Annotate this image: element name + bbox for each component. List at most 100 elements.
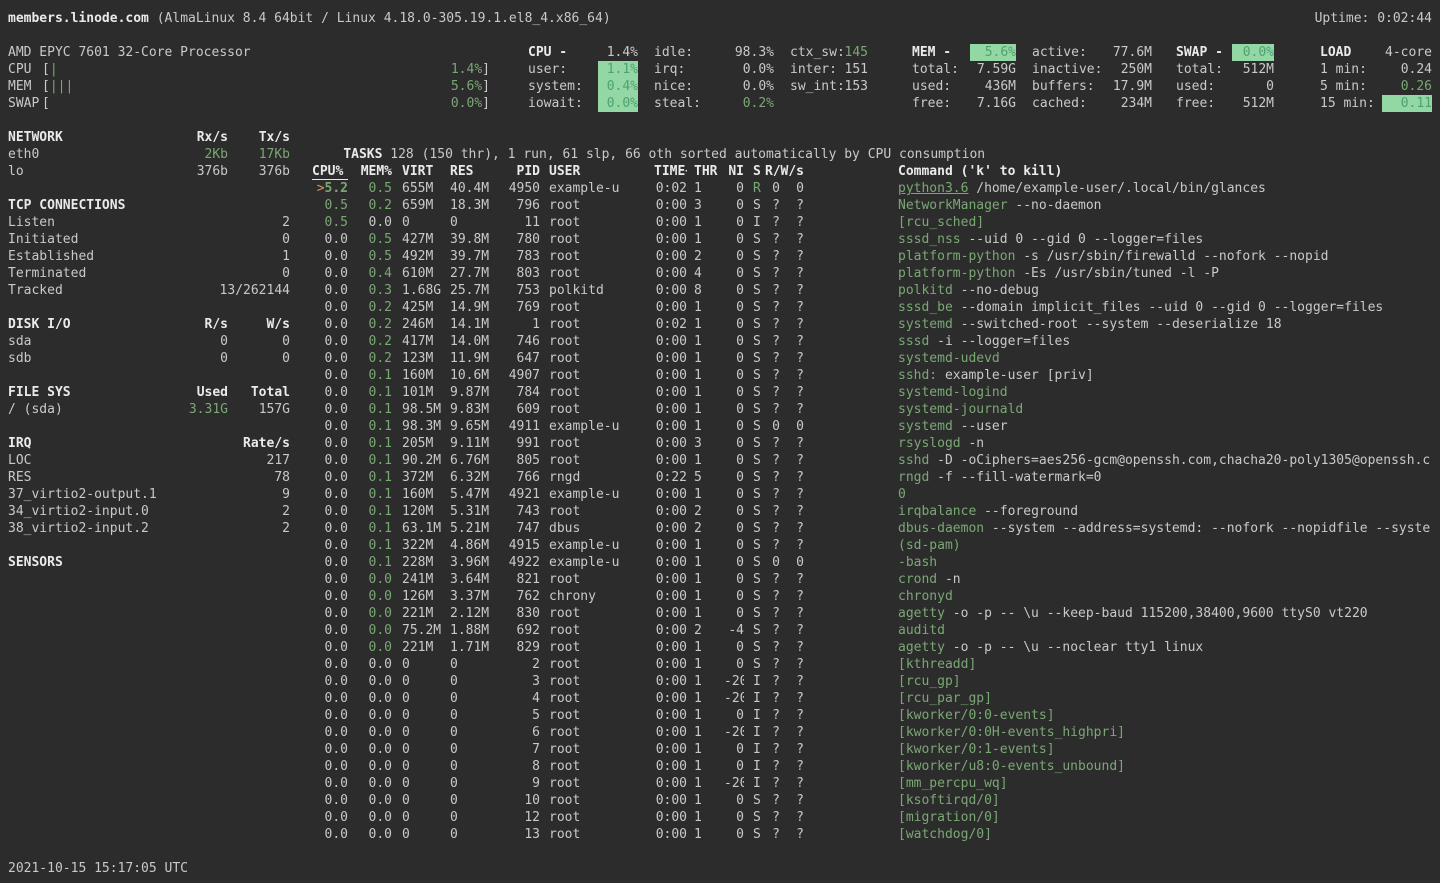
stat-value: 0.0% (712, 61, 774, 78)
mem-block-row: used:436Mbuffers:17.9M (912, 78, 1152, 95)
stat-value: 1.4% (598, 44, 638, 61)
row-label: Tracked (8, 282, 168, 299)
cell-mem: 0.0 (348, 758, 392, 775)
cell-cpu: 0.0 (312, 741, 348, 758)
cell-cpu: 0.0 (312, 690, 348, 707)
cell-time: 0:00 (654, 758, 687, 775)
cell-command: systemd-udevd (898, 350, 1440, 367)
row-value: 1 (168, 248, 290, 265)
stat-label: 1 min: (1320, 61, 1382, 78)
stat-label: irq: (654, 61, 712, 78)
cell-state: S (753, 452, 765, 469)
cell-write-rate: ? (780, 537, 804, 554)
process-row: 0.00.0006root0:001-20I??[kworker/0:0H-ev… (312, 724, 1440, 741)
gauge-percent: 0.0% (437, 95, 482, 112)
cell-pid: 803 (498, 265, 540, 282)
cell-state: S (753, 435, 765, 452)
cell-ni: 0 (724, 656, 744, 673)
cell-res: 6.32M (450, 469, 498, 486)
cell-virt: 655M (402, 180, 450, 197)
cell-mem: 0.0 (348, 809, 392, 826)
cell-time: 0:02 (654, 180, 687, 197)
cell-state: S (753, 418, 765, 435)
gauge-bracket-close: ] (482, 61, 490, 78)
process-row: 0.00.00010root0:0010S??[ksoftirqd/0] (312, 792, 1440, 809)
command-name: rngd (898, 470, 929, 485)
cell-read-rate: ? (765, 316, 780, 333)
cell-cpu: 0.0 (312, 469, 348, 486)
cell-time: 0:22 (654, 469, 687, 486)
cell-read-rate: ? (765, 656, 780, 673)
cell-cpu: 0.0 (312, 792, 348, 809)
sidebar-row-res: RES78 (8, 469, 290, 486)
cell-pid: 647 (498, 350, 540, 367)
cell-user: root (549, 401, 654, 418)
cell-ni: -20 (724, 673, 744, 690)
cell-command: [kworker/u8:0-events_unbound] (898, 758, 1440, 775)
cell-read-rate: ? (765, 673, 780, 690)
stat-value: 7.16G (970, 95, 1016, 112)
row-value: 376b (228, 163, 290, 180)
cell-res: 3.96M (450, 554, 498, 571)
cell-command: [kworker/0:0-events] (898, 707, 1440, 724)
cell-virt: 372M (402, 469, 450, 486)
process-row: 0.00.0007root0:0010I??[kworker/0:1-event… (312, 741, 1440, 758)
cell-ni: 0 (724, 469, 744, 486)
cell-write-rate: ? (780, 469, 804, 486)
gauge-label: MEM (8, 78, 42, 95)
gauge-bar (50, 95, 437, 112)
process-row: 0.00.1160M10.6M4907root0:0010S??sshd: ex… (312, 367, 1440, 384)
stat-label: CPU - (528, 44, 598, 61)
header-cpu: CPU% (312, 163, 348, 180)
cell-cpu: 0.0 (312, 639, 348, 656)
cell-write-rate: ? (780, 673, 804, 690)
cell-state: I (753, 690, 765, 707)
cell-state: S (753, 639, 765, 656)
cell-res: 0 (450, 792, 498, 809)
cell-mem: 0.0 (348, 571, 392, 588)
command-args: example-user [priv] (937, 368, 1094, 383)
command-name: platform-python (898, 266, 1015, 281)
cell-user: root (549, 656, 654, 673)
cell-res: 25.7M (450, 282, 498, 299)
cell-read-rate: ? (765, 537, 780, 554)
command-name: [rcu_gp] (898, 674, 961, 689)
cell-write-rate: ? (780, 214, 804, 231)
cell-virt: 126M (402, 588, 450, 605)
process-row: 0.00.198.3M9.65M4911example-u0:0010S00sy… (312, 418, 1440, 435)
cell-ni: 0 (724, 571, 744, 588)
header-ni: NI (724, 163, 744, 180)
cell-ni: 0 (724, 384, 744, 401)
cell-command: [rcu_par_gp] (898, 690, 1440, 707)
cell-ni: 0 (724, 333, 744, 350)
process-row: 0.00.00012root0:0010S??[migration/0] (312, 809, 1440, 826)
cell-write-rate: ? (780, 384, 804, 401)
cell-time: 0:00 (654, 367, 687, 384)
sidebar-row-lo: lo376b376b (8, 163, 290, 180)
cell-cpu: 0.0 (312, 809, 348, 826)
cell-ni: -4 (724, 622, 744, 639)
cell-thr: 1 (694, 333, 724, 350)
cell-user: root (549, 452, 654, 469)
cell-command: (sd-pam) (898, 537, 1440, 554)
row-label: 34_virtio2-input.0 (8, 503, 168, 520)
cell-write-rate: ? (780, 605, 804, 622)
sidebar-row-34-virtio2-input-0: 34_virtio2-input.02 (8, 503, 290, 520)
cell-command: auditd (898, 622, 1440, 639)
cell-user: root (549, 571, 654, 588)
cell-ni: 0 (724, 588, 744, 605)
cell-pid: 821 (498, 571, 540, 588)
cell-read-rate: ? (765, 792, 780, 809)
col-header: Used (168, 384, 228, 401)
row-label: Initiated (8, 231, 168, 248)
cell-thr: 8 (694, 282, 724, 299)
glances-terminal[interactable]: members.linode.com (AlmaLinux 8.4 64bit … (0, 0, 1440, 883)
cell-pid: 692 (498, 622, 540, 639)
timestamp: 2021-10-15 15:17:05 UTC (8, 860, 188, 877)
cell-write-rate: ? (780, 639, 804, 656)
cell-thr: 2 (694, 503, 724, 520)
cell-time: 0:00 (654, 231, 687, 248)
cell-state: S (753, 384, 765, 401)
cell-time: 0:02 (654, 316, 687, 333)
cell-cpu: 0.0 (312, 231, 348, 248)
